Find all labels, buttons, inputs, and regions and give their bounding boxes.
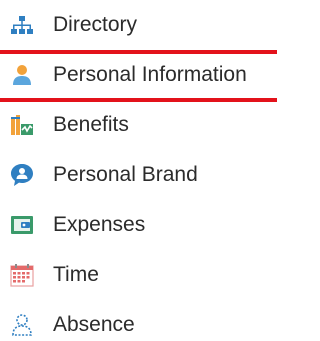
side-navigation: Directory Personal Information Benefits bbox=[0, 0, 277, 341]
nav-item-label: Expenses bbox=[53, 213, 146, 236]
nav-item-label: Absence bbox=[53, 313, 135, 336]
nav-item-label: Directory bbox=[53, 13, 138, 36]
benefits-icon bbox=[10, 113, 34, 137]
calendar-icon bbox=[10, 263, 34, 287]
nav-item-time[interactable]: Time bbox=[0, 250, 277, 300]
chat-bubble-icon bbox=[10, 163, 34, 187]
nav-item-label: Personal Information bbox=[53, 63, 247, 86]
nav-item-personal-brand[interactable]: Personal Brand bbox=[0, 150, 277, 200]
nav-item-label: Time bbox=[53, 263, 99, 286]
nav-item-expenses[interactable]: Expenses bbox=[0, 200, 277, 250]
nav-item-absence[interactable]: Absence bbox=[0, 300, 277, 341]
nav-item-label: Personal Brand bbox=[53, 163, 198, 186]
nav-item-directory[interactable]: Directory bbox=[0, 0, 277, 50]
absence-person-icon bbox=[10, 313, 34, 337]
person-icon bbox=[10, 63, 34, 87]
nav-item-label: Benefits bbox=[53, 113, 129, 136]
nav-item-benefits[interactable]: Benefits bbox=[0, 100, 277, 150]
nav-item-personal-information[interactable]: Personal Information bbox=[0, 50, 277, 100]
org-chart-icon bbox=[10, 13, 34, 37]
wallet-icon bbox=[10, 213, 34, 237]
